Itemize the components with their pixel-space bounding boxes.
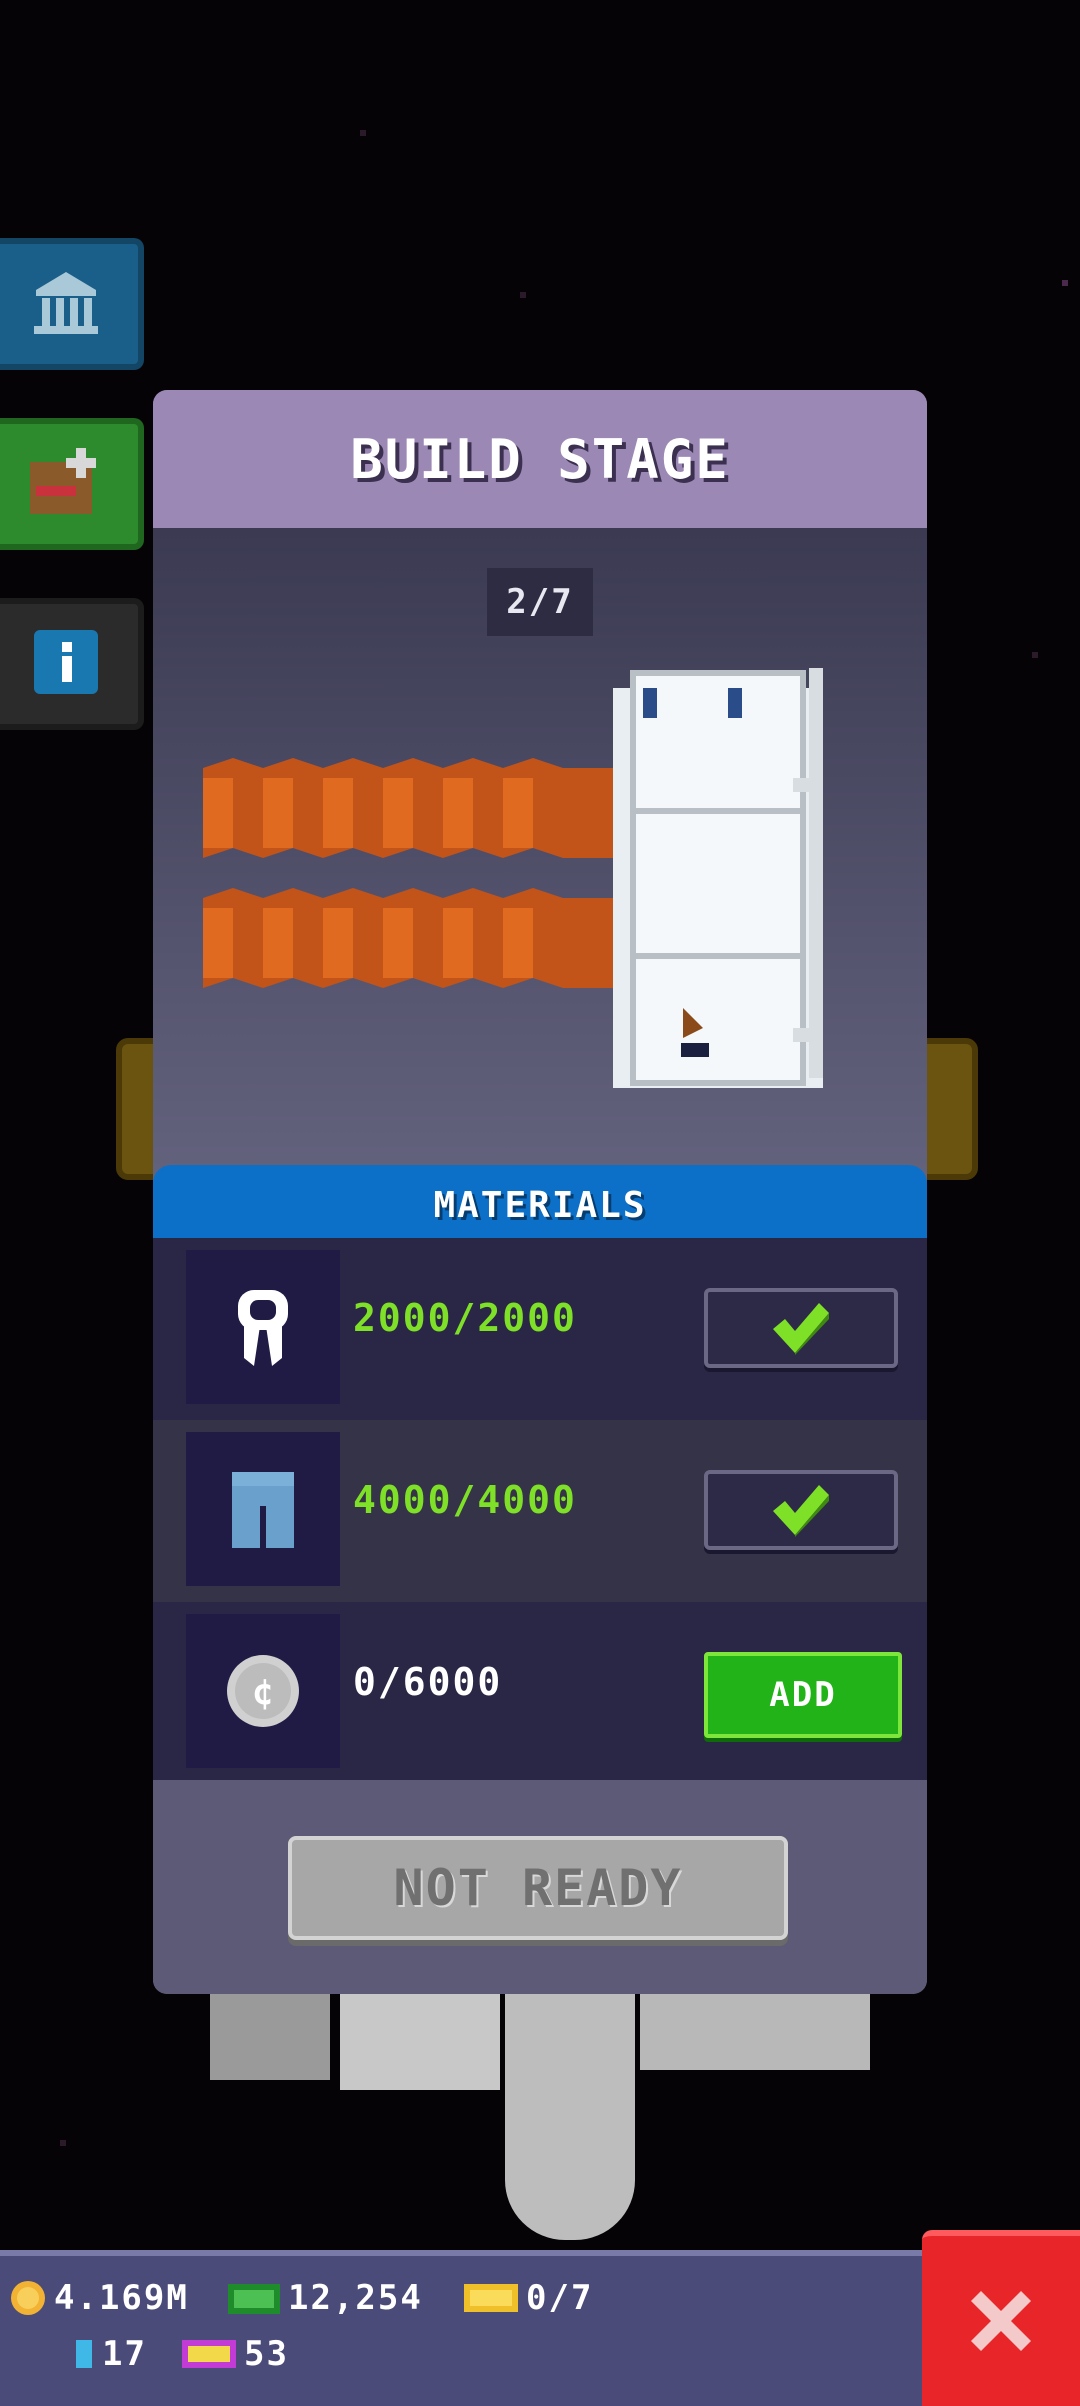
background-star	[360, 130, 366, 136]
tickets-resource: 0/7	[462, 2278, 593, 2318]
modal-footer: NOT READY	[153, 1780, 927, 1994]
tickets-value: 0/7	[526, 2278, 594, 2318]
bux-resource: 12,254	[226, 2278, 423, 2318]
background-star	[60, 2140, 66, 2146]
bits-resource: 17	[72, 2334, 147, 2374]
ship-module	[340, 1990, 500, 2090]
material-complete-button	[704, 1470, 898, 1550]
materials-header: MATERIALS	[153, 1165, 927, 1245]
coin-icon: ¢	[227, 1655, 299, 1727]
vip-ticket-icon	[182, 2340, 236, 2368]
coins-value: 4.169M	[54, 2278, 189, 2318]
jeans-icon	[232, 1472, 294, 1548]
ribbon-icon	[238, 1290, 288, 1366]
material-complete-button	[704, 1288, 898, 1368]
gold-coin-icon	[11, 2281, 45, 2315]
close-icon	[971, 2291, 1031, 2351]
background-star	[1062, 280, 1068, 286]
close-button[interactable]	[922, 2230, 1080, 2406]
vip-resource: 53	[180, 2334, 289, 2374]
resource-bar: 4.169M 12,254 0/7 17 53	[0, 2250, 925, 2406]
material-row: ¢ 0/6000 ADD	[153, 1602, 927, 1784]
modal-title: BUILD STAGE	[153, 390, 927, 528]
vip-value: 53	[244, 2334, 289, 2374]
bits-value: 17	[102, 2334, 147, 2374]
material-icon-box	[186, 1432, 340, 1586]
bit-icon	[76, 2340, 92, 2368]
ship-module	[640, 1990, 870, 2070]
golden-ticket-icon	[464, 2284, 518, 2312]
build-stage-modal: BUILD STAGE 2/7 MATERIALS 2000/2000 4000…	[153, 390, 927, 1994]
museum-button[interactable]	[0, 238, 144, 370]
checkmark-icon	[773, 1485, 829, 1537]
material-icon-box	[186, 1250, 340, 1404]
museum-icon	[34, 272, 98, 334]
blueprint-plus-icon	[30, 448, 96, 514]
material-icon-box: ¢	[186, 1614, 340, 1768]
info-icon	[34, 630, 98, 694]
material-amount: 2000/2000	[353, 1296, 577, 1340]
info-button[interactable]	[0, 598, 144, 730]
background-star	[1032, 652, 1038, 658]
material-amount: 0/6000	[353, 1660, 503, 1704]
ship-module	[210, 1990, 330, 2080]
bux-icon	[228, 2284, 280, 2314]
stage-counter: 2/7	[487, 568, 593, 636]
add-material-button[interactable]: ADD	[704, 1652, 902, 1738]
material-row: 4000/4000	[153, 1420, 927, 1602]
rocket-body	[505, 1990, 635, 2240]
svg-text:¢: ¢	[252, 1672, 274, 1713]
material-row: 2000/2000	[153, 1238, 927, 1420]
rocket-stage-image	[203, 668, 823, 1088]
coins-resource: 4.169M	[8, 2278, 189, 2318]
material-amount: 4000/4000	[353, 1478, 577, 1522]
checkmark-icon	[773, 1303, 829, 1355]
build-project-button[interactable]	[0, 418, 144, 550]
bux-value: 12,254	[288, 2278, 423, 2318]
not-ready-button[interactable]: NOT READY	[288, 1836, 788, 1940]
background-star	[520, 292, 526, 298]
